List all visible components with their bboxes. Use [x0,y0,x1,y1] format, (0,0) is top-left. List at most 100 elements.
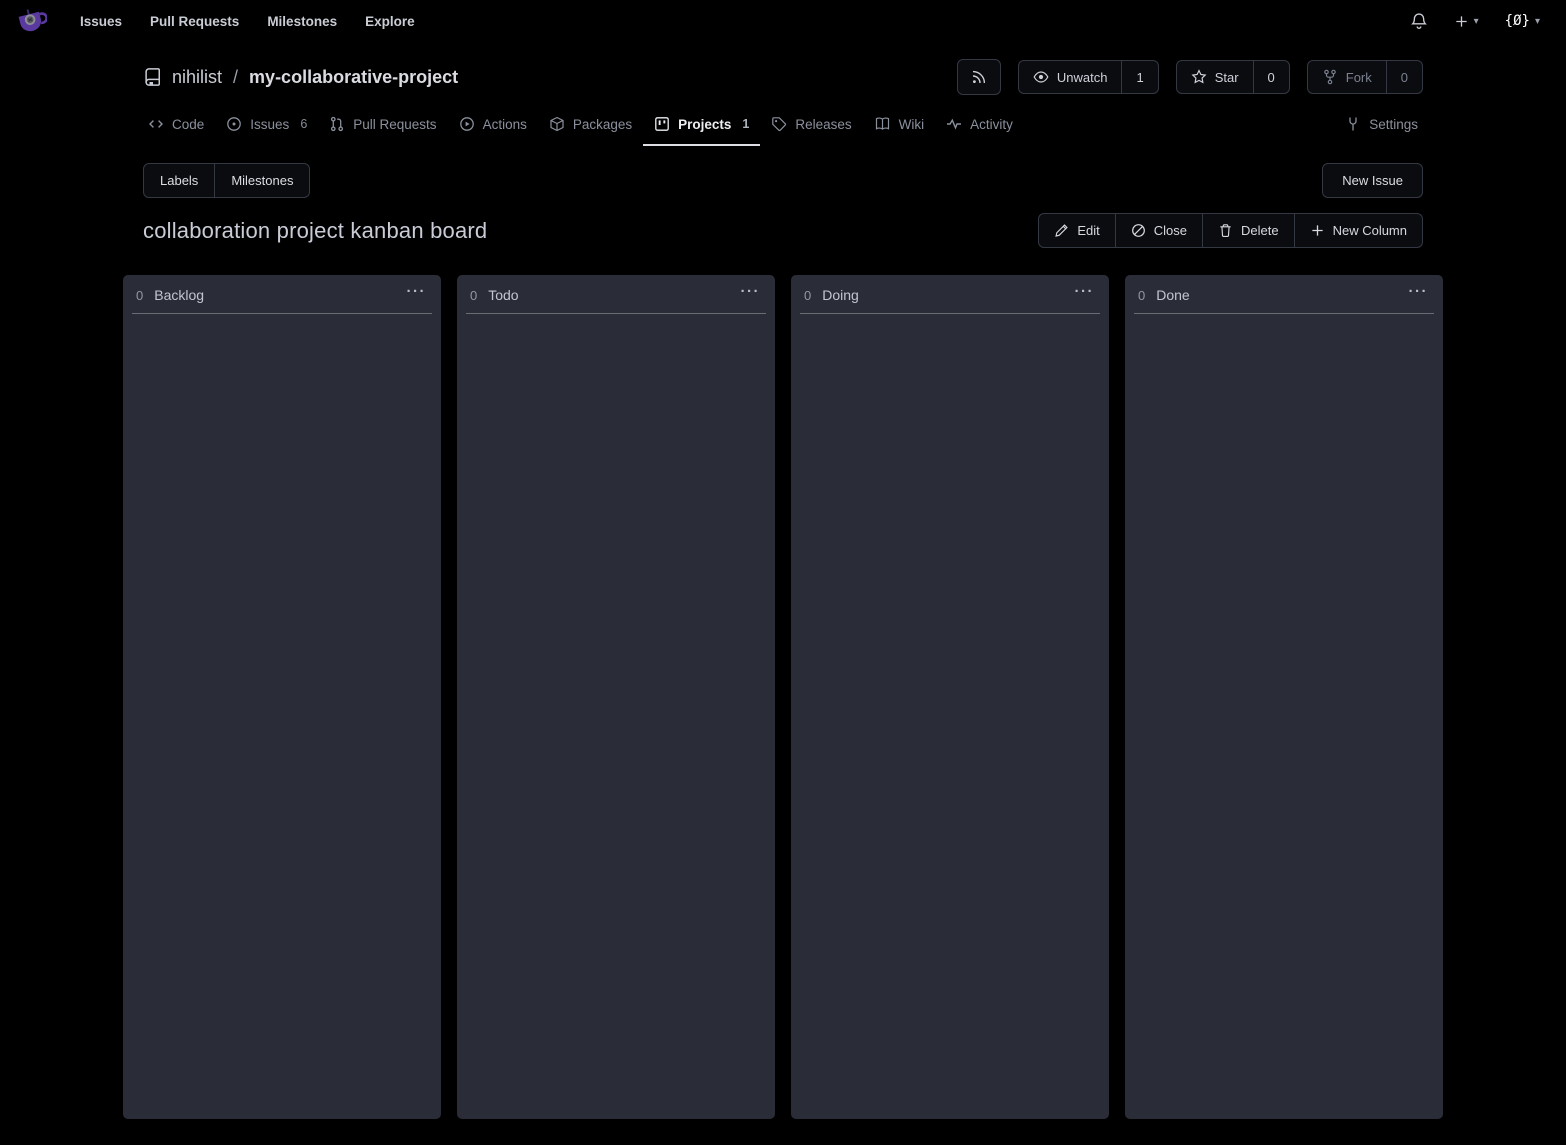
chevron-down-icon: ▾ [1474,16,1479,27]
kanban-column-doing: 0 Doing ··· [791,275,1109,1119]
new-issue-button[interactable]: New Issue [1323,164,1422,197]
column-header: 0 Todo ··· [457,275,775,313]
tab-pull-requests[interactable]: Pull Requests [318,107,447,146]
column-menu-ellipsis-icon[interactable]: ··· [1073,285,1097,305]
tab-issues[interactable]: Issues 6 [215,107,318,146]
kanban-board: 0 Backlog ··· 0 Todo ··· 0 Doing ··· [123,275,1443,1119]
tab-actions[interactable]: Actions [448,107,538,146]
column-menu-ellipsis-icon[interactable]: ··· [1407,285,1431,305]
tab-code[interactable]: Code [137,107,215,146]
repo-header: nihilist / my-collaborative-project [123,42,1443,95]
gitea-logo[interactable] [14,5,48,37]
column-title: Todo [488,287,518,303]
fork-button[interactable]: Fork [1308,61,1386,93]
tab-packages[interactable]: Packages [538,107,643,146]
plus-icon [1310,223,1325,238]
nav-item-pull-requests[interactable]: Pull Requests [136,6,253,37]
book-icon [874,116,891,132]
fork-button-group: Fork 0 [1307,60,1423,94]
repo-name-link[interactable]: my-collaborative-project [249,67,458,88]
play-circle-icon [459,116,475,132]
tab-activity[interactable]: Activity [935,107,1024,146]
star-button[interactable]: Star [1177,61,1253,93]
star-icon [1191,69,1207,85]
repo-tab-bar: Code Issues 6 Pull Requests Acti [123,107,1443,146]
project-subnav: Labels Milestones New Issue [123,163,1443,198]
milestones-button[interactable]: Milestones [214,164,309,197]
watch-count[interactable]: 1 [1121,61,1157,93]
edit-button[interactable]: Edit [1039,214,1114,247]
column-title: Backlog [154,287,204,303]
nav-item-issues[interactable]: Issues [66,6,136,37]
avatar: {Ø} [1505,13,1530,29]
column-card-count: 0 [1138,288,1145,303]
new-issue-button-wrap: New Issue [1322,163,1423,198]
top-navbar: Issues Pull Requests Milestones Explore … [0,0,1566,42]
page-container: nihilist / my-collaborative-project [123,42,1443,1119]
delete-button[interactable]: Delete [1202,214,1294,247]
column-header: 0 Backlog ··· [123,275,441,313]
tools-icon [1345,116,1361,132]
project-board-icon [654,116,670,132]
column-header: 0 Doing ··· [791,275,1109,313]
column-card-area[interactable] [457,314,775,1119]
tag-icon [771,116,787,132]
tab-wiki[interactable]: Wiki [863,107,936,146]
tab-releases[interactable]: Releases [760,107,862,146]
nav-item-explore[interactable]: Explore [351,6,429,37]
board-header: collaboration project kanban board Edit … [123,213,1443,248]
board-actions-group: Edit Close Delete New Column [1038,213,1423,248]
unwatch-button[interactable]: Unwatch [1019,61,1122,93]
projects-count-badge: 1 [742,117,749,131]
notifications-bell-icon[interactable] [1404,8,1434,34]
rss-button[interactable] [957,59,1001,95]
column-card-area[interactable] [1125,314,1443,1119]
column-card-count: 0 [470,288,477,303]
plus-icon [1454,14,1469,29]
kanban-column-todo: 0 Todo ··· [457,275,775,1119]
column-menu-ellipsis-icon[interactable]: ··· [405,285,429,305]
labels-button[interactable]: Labels [144,164,214,197]
column-menu-ellipsis-icon[interactable]: ··· [739,285,763,305]
column-card-area[interactable] [791,314,1109,1119]
page-title: collaboration project kanban board [143,218,487,244]
kanban-column-backlog: 0 Backlog ··· [123,275,441,1119]
trash-icon [1218,223,1233,238]
issue-opened-icon [226,116,242,132]
column-header: 0 Done ··· [1125,275,1443,313]
git-pull-request-icon [329,116,345,132]
code-icon [148,116,164,132]
fork-count[interactable]: 0 [1386,61,1422,93]
labels-milestones-group: Labels Milestones [143,163,310,198]
repo-owner-link[interactable]: nihilist [172,67,222,88]
kanban-column-done: 0 Done ··· [1125,275,1443,1119]
navbar-links: Issues Pull Requests Milestones Explore [66,6,429,37]
rss-icon [971,69,987,85]
column-title: Done [1156,287,1189,303]
create-new-dropdown[interactable]: ▾ [1448,10,1485,33]
user-avatar-dropdown[interactable]: {Ø} ▾ [1499,9,1546,33]
pulse-icon [946,116,962,132]
star-button-group: Star 0 [1176,60,1290,94]
tab-settings[interactable]: Settings [1334,107,1429,146]
circle-slash-icon [1131,223,1146,238]
repo-breadcrumb: nihilist / my-collaborative-project [143,67,458,88]
eye-icon [1033,69,1049,85]
star-count[interactable]: 0 [1253,61,1289,93]
chevron-down-icon: ▾ [1535,16,1540,27]
column-card-area[interactable] [123,314,441,1119]
watch-button-group: Unwatch 1 [1018,60,1159,94]
column-card-count: 0 [136,288,143,303]
column-card-count: 0 [804,288,811,303]
repo-actions: Unwatch 1 Star 0 [957,59,1423,95]
navbar-right: ▾ {Ø} ▾ [1404,8,1554,34]
tab-projects[interactable]: Projects 1 [643,107,760,146]
pencil-icon [1054,223,1069,238]
close-button[interactable]: Close [1115,214,1202,247]
package-icon [549,116,565,132]
repo-icon [143,67,163,87]
issues-count-badge: 6 [300,117,307,131]
nav-item-milestones[interactable]: Milestones [253,6,351,37]
new-column-button[interactable]: New Column [1294,214,1422,247]
column-title: Doing [822,287,859,303]
